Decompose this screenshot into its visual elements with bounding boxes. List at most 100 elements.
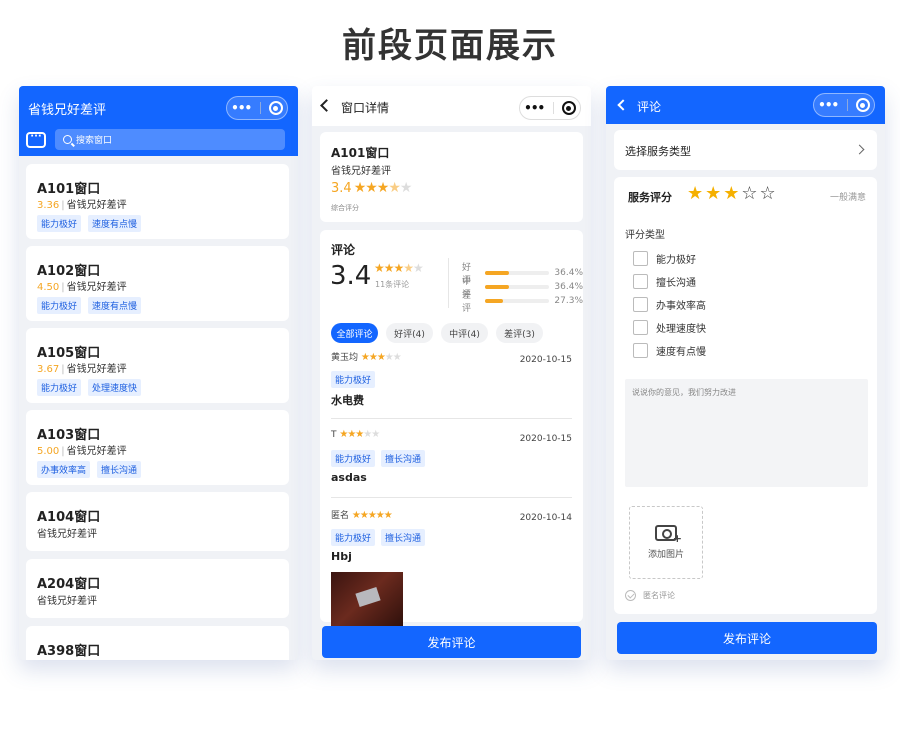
category-heading: 评分类型 bbox=[625, 230, 665, 241]
category-checkbox[interactable]: 处理速度快 bbox=[633, 320, 706, 335]
publish-comment-button[interactable]: 发布评论 bbox=[617, 622, 877, 654]
window-name: A102窗口 bbox=[37, 264, 101, 279]
tag: 速度有点慢 bbox=[88, 297, 142, 314]
window-name: A104窗口 bbox=[37, 510, 101, 525]
window-score: 3.36 bbox=[37, 200, 60, 211]
service-type-selector[interactable]: 选择服务类型 bbox=[614, 130, 877, 170]
close-target-icon[interactable] bbox=[855, 98, 870, 112]
review-text: Hbj bbox=[331, 550, 352, 563]
window-card-a204[interactable]: A204窗口 省钱兄好差评 bbox=[26, 559, 289, 618]
category-checkbox[interactable]: 擅长沟通 bbox=[633, 274, 696, 289]
miniprogram-capsule[interactable]: ••• bbox=[813, 93, 875, 117]
comment-textarea[interactable]: 说说你的意见，我们努力改进 bbox=[625, 379, 868, 487]
review-user: 匿名 ★★★★★ bbox=[331, 510, 393, 521]
review-date: 2020-10-15 bbox=[519, 355, 572, 365]
window-name: A101窗口 bbox=[37, 182, 101, 197]
publish-comment-button[interactable]: 发布评论 bbox=[322, 626, 581, 658]
window-score: 4.50 bbox=[37, 282, 60, 293]
window-card-a104[interactable]: A104窗口 省钱兄好差评 bbox=[26, 492, 289, 551]
window-card-a398[interactable]: A398窗口 bbox=[26, 626, 289, 660]
review-stars: ★★★★★ bbox=[339, 429, 380, 440]
close-target-icon[interactable] bbox=[268, 101, 283, 115]
window-sub: 省钱兄好差评 bbox=[37, 596, 97, 607]
review-text: asdas bbox=[331, 471, 367, 484]
window-sub: 4.50 | 省钱兄好差评 bbox=[37, 282, 127, 293]
review-date: 2020-10-15 bbox=[519, 434, 572, 444]
category-checkbox[interactable]: 速度有点慢 bbox=[633, 343, 706, 358]
search-input[interactable]: 搜索窗口 bbox=[55, 129, 285, 150]
tag: 擅长沟通 bbox=[97, 461, 142, 478]
review-stars: ★★★★★ bbox=[360, 352, 402, 363]
window-card-a101[interactable]: A101窗口 3.36 | 省钱兄好差评 能力极好 速度有点慢 bbox=[26, 164, 289, 239]
tag: 速度有点慢 bbox=[88, 215, 142, 232]
window-card-a105[interactable]: A105窗口 3.67 | 省钱兄好差评 能力极好 处理速度快 bbox=[26, 328, 289, 403]
tag: 能力极好 bbox=[331, 529, 376, 546]
tag: 能力极好 bbox=[331, 450, 376, 467]
close-target-icon[interactable] bbox=[561, 101, 576, 115]
add-photo-button[interactable]: 添加图片 bbox=[629, 506, 703, 579]
tag: 擅长沟通 bbox=[381, 450, 426, 467]
rating-stars[interactable]: ★★★☆☆ bbox=[687, 183, 778, 204]
add-photo-label: 添加图片 bbox=[647, 550, 684, 560]
window-card-a102[interactable]: A102窗口 4.50 | 省钱兄好差评 能力极好 速度有点慢 bbox=[26, 246, 289, 321]
window-name: A204窗口 bbox=[37, 577, 101, 592]
filter-medium[interactable]: 中评(4) bbox=[441, 323, 488, 343]
comment-title: 评论 bbox=[637, 100, 662, 114]
window-summary-card: A101窗口 省钱兄好差评 3.4 ★★★★★ 综合评分 bbox=[320, 132, 583, 222]
filter-all[interactable]: 全部评论 bbox=[331, 323, 378, 343]
search-placeholder: 搜索窗口 bbox=[76, 136, 113, 146]
comment-screen: 评论 ••• 选择服务类型 服务评分 ★★★☆☆ 一般满意 评分类型 能力极好 … bbox=[606, 86, 885, 660]
window-score: 3.67 bbox=[37, 364, 60, 375]
review-stars: ★★★★★ bbox=[351, 510, 393, 521]
review-date: 2020-10-14 bbox=[519, 513, 572, 523]
page-title: 前段页面展示 bbox=[342, 26, 558, 66]
review-user: 黄玉均 ★★★★★ bbox=[331, 352, 402, 363]
filter-bad[interactable]: 差评(3) bbox=[496, 323, 543, 343]
anonymous-toggle[interactable]: 匿名评论 bbox=[625, 590, 675, 601]
search-icon bbox=[63, 135, 72, 144]
list-title: 省钱兄好差评 bbox=[28, 103, 107, 118]
chevron-right-icon bbox=[854, 144, 865, 155]
list-header: 省钱兄好差评 ••• ··· 搜索窗口 bbox=[19, 86, 298, 156]
miniprogram-capsule[interactable]: ••• bbox=[226, 96, 288, 120]
window-sub: 省钱兄好差评 bbox=[37, 529, 97, 540]
review-photo[interactable] bbox=[331, 572, 403, 632]
filter-good[interactable]: 好评(4) bbox=[386, 323, 433, 343]
window-name: A101窗口 bbox=[331, 146, 390, 160]
back-arrow-icon[interactable] bbox=[320, 99, 333, 112]
more-icon[interactable]: ••• bbox=[524, 102, 545, 114]
window-card-a103[interactable]: A103窗口 5.00 | 省钱兄好差评 办事效率高 擅长沟通 bbox=[26, 410, 289, 485]
review-user: T ★★★★★ bbox=[331, 429, 380, 440]
back-arrow-icon[interactable] bbox=[617, 99, 629, 111]
check-circle-icon bbox=[625, 590, 636, 601]
window-sub: 3.67 | 省钱兄好差评 bbox=[37, 364, 127, 375]
tag: 擅长沟通 bbox=[381, 529, 426, 546]
review-count: 11条评论 bbox=[375, 280, 410, 289]
category-checkbox[interactable]: 办事效率高 bbox=[633, 297, 706, 312]
window-sub: 省钱兄好差评 bbox=[331, 166, 391, 177]
detail-navbar: 窗口详情 ••• bbox=[312, 86, 591, 126]
big-score-stars: ★★★★★ bbox=[374, 261, 424, 275]
miniprogram-capsule[interactable]: ••• bbox=[519, 96, 581, 120]
category-checkbox[interactable]: 能力极好 bbox=[633, 251, 696, 266]
tag: 能力极好 bbox=[331, 371, 376, 388]
more-icon[interactable]: ••• bbox=[231, 102, 252, 114]
service-rating-label: 服务评分 bbox=[628, 191, 672, 204]
list-screen: 省钱兄好差评 ••• ··· 搜索窗口 A101窗口 3.36 | 省钱兄好差评 能… bbox=[19, 86, 298, 660]
tag: 能力极好 bbox=[37, 297, 82, 314]
window-name: A103窗口 bbox=[37, 428, 101, 443]
detail-screen: 窗口详情 ••• A101窗口 省钱兄好差评 3.4 ★★★★★ 综合评分 评论… bbox=[312, 86, 591, 660]
tag: 能力极好 bbox=[37, 215, 82, 232]
message-icon[interactable]: ··· bbox=[26, 132, 46, 148]
rating-text: 一般满意 bbox=[829, 193, 866, 203]
window-sub: 3.36 | 省钱兄好差评 bbox=[37, 200, 127, 211]
window-sub: 5.00 | 省钱兄好差评 bbox=[37, 446, 127, 457]
big-score: 3.4 bbox=[330, 261, 372, 291]
more-icon[interactable]: ••• bbox=[818, 99, 839, 111]
score-stars: ★★★★★ bbox=[353, 180, 413, 196]
reviews-heading: 评论 bbox=[331, 243, 356, 257]
tag: 能力极好 bbox=[37, 379, 82, 396]
detail-title: 窗口详情 bbox=[341, 101, 390, 115]
ratio-bad: 差评 27.3% bbox=[462, 291, 583, 314]
score-row: 3.4 ★★★★★ bbox=[331, 180, 413, 196]
